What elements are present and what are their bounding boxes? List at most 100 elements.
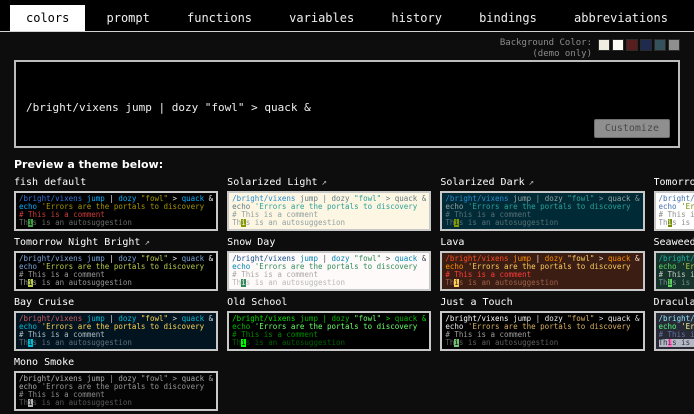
sample-line: echo 'Errors are the portals to discover…	[445, 263, 639, 271]
theme-title: Lava	[440, 237, 644, 248]
sample-punct: >	[594, 315, 608, 323]
theme-sample[interactable]: /bright/vixens jump | dozy "fowl" > quac…	[227, 251, 431, 291]
external-link-icon[interactable]: ↗	[529, 178, 534, 188]
sample-path: /bright/vixens	[445, 315, 508, 323]
background-swatch-1[interactable]	[598, 39, 610, 51]
sample-punct: |	[105, 255, 119, 263]
sample-line: /bright/vixens jump | dozy "fowl" > quac…	[659, 315, 694, 323]
sample-line: /bright/vixens jump | dozy "fowl" > quac…	[19, 255, 213, 263]
theme-title: Just a Touch	[440, 297, 644, 308]
background-swatch-6[interactable]	[668, 39, 680, 51]
tab-functions[interactable]: functions	[171, 5, 268, 31]
sample-punct: &	[417, 315, 426, 323]
sample-cmd: jump	[87, 315, 105, 323]
fish-config-page: colorspromptfunctionsvariableshistorybin…	[0, 0, 694, 411]
sample-quote: 'Errors are the portals to discovery	[468, 323, 631, 331]
theme-name: Tomorrow Night Bright	[14, 237, 140, 248]
theme-sample[interactable]: /bright/vixens jump | dozy "fowl" > quac…	[227, 311, 431, 351]
sample-line: /bright/vixens jump | dozy "fowl" > quac…	[232, 195, 426, 203]
theme-sample[interactable]: /bright/vixens jump | dozy "fowl" > quac…	[14, 371, 218, 411]
theme-sample[interactable]: /bright/vixens jump | dozy "fowl" > quac…	[654, 251, 694, 291]
sample-auto: Th	[19, 279, 28, 287]
theme-title: Old School	[227, 297, 431, 308]
sample-auto: s is an autosuggestion	[33, 399, 132, 407]
sample-quote: 'Errors are the portals to discovery	[42, 383, 205, 391]
sample-line: echo 'Errors are the portals to discover…	[19, 383, 213, 391]
colors-tab-content: Background Color: (demo only) /bright/vi…	[0, 32, 694, 411]
theme-name: Tomorrow	[654, 177, 694, 188]
sample-line: /bright/vixens jump | dozy "fowl" > quac…	[19, 375, 213, 383]
theme-sample[interactable]: /bright/vixens jump | dozy "fowl" > quac…	[440, 251, 644, 291]
sample-cmd: echo	[445, 263, 463, 271]
sample-cmd: echo	[19, 263, 37, 271]
sample-cmd: dozy	[332, 255, 350, 263]
tab-variables[interactable]: variables	[273, 5, 370, 31]
theme-sample[interactable]: /bright/vixens jump | dozy "fowl" > quac…	[440, 311, 644, 351]
sample-punct: |	[531, 255, 545, 263]
sample-path: /bright/vixens	[19, 375, 82, 383]
sample-line: /bright/vixens jump | dozy "fowl" > quac…	[445, 315, 639, 323]
tab-bar: colorspromptfunctionsvariableshistorybin…	[0, 0, 694, 32]
theme-name: Dracula	[654, 297, 694, 308]
sample-quote: 'Errors are the portals to discovery	[42, 263, 205, 271]
sample-line: # This is a comment	[659, 211, 694, 219]
sample-punct: >	[594, 255, 608, 263]
sample-punct: &	[204, 195, 213, 203]
external-link-icon[interactable]: ↗	[321, 178, 326, 188]
sample-punct: >	[168, 315, 182, 323]
tab-bindings[interactable]: bindings	[463, 5, 553, 31]
background-swatch-3[interactable]	[626, 39, 638, 51]
sample-path: /bright/vixens	[232, 195, 295, 203]
sample-comment: # This is a comment	[659, 331, 694, 339]
sample-line: /bright/vixens jump | dozy "fowl" > quac…	[19, 195, 213, 203]
sample-auto: s is an autosuggestion	[459, 219, 558, 227]
sample-comment: # This is a comment	[19, 391, 105, 399]
sample-cmd: jump	[513, 255, 531, 263]
sample-line: This is an autosuggestion	[659, 279, 694, 287]
sample-line: This is an autosuggestion	[445, 279, 639, 287]
external-link-icon[interactable]: ↗	[144, 238, 149, 248]
tab-abbreviations[interactable]: abbreviations	[558, 5, 684, 31]
sample-comment: # This is a comment	[19, 271, 105, 279]
theme-sample[interactable]: /bright/vixens jump | dozy "fowl" > quac…	[654, 311, 694, 351]
background-swatch-5[interactable]	[654, 39, 666, 51]
sample-cmd: echo	[445, 323, 463, 331]
sample-cmd: dozy	[118, 255, 136, 263]
sample-line: echo 'Errors are the portals to discover…	[232, 203, 426, 211]
sample-line: /bright/vixens jump | dozy "fowl" > quac…	[19, 315, 213, 323]
theme-sample[interactable]: /bright/vixens jump | dozy "fowl" > quac…	[14, 191, 218, 231]
sample-path: /bright/vixens	[19, 255, 82, 263]
sample-punct: &	[417, 195, 426, 203]
sample-cmd: quack	[395, 255, 418, 263]
sample-cmd: echo	[19, 323, 37, 331]
sample-line: echo 'Errors are the portals to discover…	[19, 323, 213, 331]
theme-title: Tomorrow Night Bright ↗	[14, 237, 218, 248]
preview-heading: Preview a theme below:	[14, 158, 680, 171]
theme-sample[interactable]: /bright/vixens jump | dozy "fowl" > quac…	[14, 251, 218, 291]
sample-quote: "fowl"	[567, 255, 594, 263]
tab-prompt[interactable]: prompt	[91, 5, 166, 31]
tab-history[interactable]: history	[375, 5, 458, 31]
sample-comment: # This is a comment	[232, 331, 318, 339]
theme-sample[interactable]: /bright/vixens jump | dozy "fowl" > quac…	[440, 191, 644, 231]
sample-punct: >	[381, 255, 395, 263]
theme-sample[interactable]: /bright/vixens jump | dozy "fowl" > quac…	[227, 191, 431, 231]
theme-title: fish default	[14, 177, 218, 188]
tab-colors[interactable]: colors	[10, 5, 85, 31]
sample-cmd: echo	[232, 263, 250, 271]
sample-line: /bright/vixens jump | dozy "fowl" > quac…	[232, 255, 426, 263]
sample-auto: s is an autosuggestion	[459, 339, 558, 347]
theme-sample[interactable]: /bright/vixens jump | dozy "fowl" > quac…	[654, 191, 694, 231]
sample-cmd: dozy	[545, 255, 563, 263]
theme-card-snow-day: Snow Day /bright/vixens jump | dozy "fow…	[227, 237, 431, 291]
background-swatch-4[interactable]	[640, 39, 652, 51]
sample-auto: Th	[659, 279, 668, 287]
background-swatch-2[interactable]	[612, 39, 624, 51]
theme-card-solarized-dark: Solarized Dark↗ /bright/vixens jump | do…	[440, 177, 644, 231]
customize-button[interactable]: Customize	[594, 119, 670, 138]
sample-auto: s is an autosuggestion	[672, 339, 694, 347]
terminal-preview: /bright/vixens jump | dozy "fowl" > quac…	[14, 60, 680, 148]
sample-auto: s is an autosuggestion	[246, 279, 345, 287]
theme-sample[interactable]: /bright/vixens jump | dozy "fowl" > quac…	[14, 311, 218, 351]
sample-cmd: quack	[395, 315, 418, 323]
